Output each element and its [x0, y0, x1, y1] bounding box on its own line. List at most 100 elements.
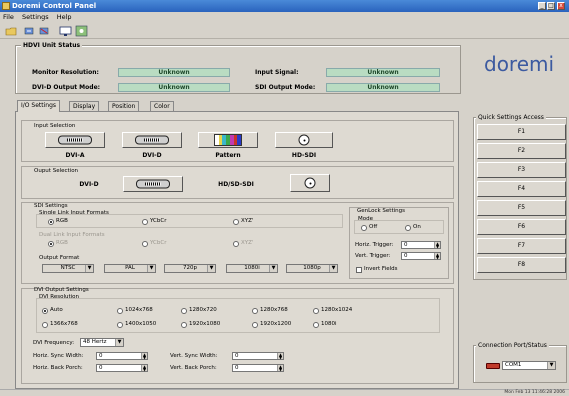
quick-f2-button[interactable]: F2 — [477, 143, 566, 159]
dvi-frequency-select[interactable]: 48 Hertz ▼ — [80, 338, 124, 347]
res-1080i-radio[interactable]: 1080i — [313, 321, 337, 328]
720p-format-select[interactable]: 720p ▼ — [164, 264, 216, 273]
tab-color[interactable]: Color — [150, 101, 174, 111]
dvid-output-mode-value: Unknown — [118, 83, 230, 92]
bnc-connector-icon — [298, 134, 310, 146]
res-1024x768-radio[interactable]: 1024x768 — [117, 307, 153, 314]
menu-help[interactable]: Help — [57, 13, 72, 21]
dvi-a-input-button[interactable] — [45, 132, 105, 148]
output-selection-title: Ouput Selection — [34, 168, 79, 174]
quick-settings-group: Quick Settings Access — [473, 114, 567, 280]
dvi-d-output-label: DVI-D — [79, 181, 99, 188]
main-window: Doremi Control Panel _ □ x File Settings… — [0, 0, 569, 396]
invert-fields-checkbox[interactable]: Invert Fields — [356, 266, 397, 273]
serial-port-icon — [486, 363, 500, 369]
single-link-ycbcr-radio[interactable]: YCbCr — [142, 218, 167, 225]
tab-display[interactable]: Display — [69, 101, 100, 111]
dvi-d-input-button[interactable] — [122, 132, 182, 148]
res-1280x720-radio[interactable]: 1280x720 — [181, 307, 217, 314]
res-1366x768-radio[interactable]: 1366x768 — [42, 321, 78, 328]
maximize-button[interactable]: □ — [547, 2, 555, 10]
horiz-sync-width-spinner[interactable]: 0 ▲ ▼ — [96, 352, 148, 360]
monitor-resolution-value: Unknown — [118, 68, 230, 77]
genlock-off-radio[interactable]: Off — [361, 224, 377, 231]
dual-link-ycbcr-radio[interactable]: YCbCr — [142, 240, 167, 247]
spinner-arrows-icon: ▲ ▼ — [277, 364, 283, 372]
dropdown-arrow-icon: ▼ — [269, 265, 277, 272]
vert-trigger-spinner[interactable]: 0 ▲ ▼ — [401, 252, 441, 260]
horiz-back-porch-label: Horiz. Back Porch: — [33, 365, 83, 371]
pal-format-select[interactable]: PAL ▼ — [104, 264, 156, 273]
dvi-d-label: DVI-D — [142, 152, 162, 159]
quick-f1-button[interactable]: F1 — [477, 124, 566, 140]
quick-f4-button[interactable]: F4 — [477, 181, 566, 197]
quick-f6-button[interactable]: F6 — [477, 219, 566, 235]
res-1280x768-radio[interactable]: 1280x768 — [252, 307, 288, 314]
res-auto-radio[interactable]: Auto — [42, 307, 63, 314]
open-folder-icon[interactable] — [4, 24, 17, 36]
app-icon — [2, 2, 10, 10]
genlock-on-radio[interactable]: On — [405, 224, 421, 231]
dropdown-arrow-icon: ▼ — [329, 265, 337, 272]
quick-f5-button[interactable]: F5 — [477, 200, 566, 216]
res-1920x1080-radio[interactable]: 1920x1080 — [181, 321, 220, 328]
settings-icon[interactable] — [74, 24, 88, 37]
connect-icon[interactable] — [22, 24, 35, 36]
horiz-trigger-spinner[interactable]: 0 ▲ ▼ — [401, 241, 441, 249]
quick-settings-title: Quick Settings Access — [476, 114, 546, 121]
dropdown-arrow-icon: ▼ — [147, 265, 155, 272]
com-port-select[interactable]: COM1 ▼ — [502, 361, 556, 370]
minimize-button[interactable]: _ — [538, 2, 546, 10]
hd-sdi-label: HD-SDI — [291, 152, 317, 159]
pattern-input-button[interactable] — [198, 132, 258, 148]
menu-file[interactable]: File — [3, 13, 14, 21]
spinner-arrows-icon: ▲ ▼ — [434, 252, 440, 260]
sdi-output-mode-label: SDI Output Mode: — [255, 84, 316, 91]
quick-f7-button[interactable]: F7 — [477, 238, 566, 254]
genlock-title: GenLock Settings — [357, 208, 405, 214]
1080i-format-select[interactable]: 1080i ▼ — [226, 264, 278, 273]
1080p-format-select[interactable]: 1080p ▼ — [286, 264, 338, 273]
horiz-back-porch-spinner[interactable]: 0 ▲ ▼ — [96, 364, 148, 372]
res-1280x1024-radio[interactable]: 1280x1024 — [313, 307, 352, 314]
horiz-trigger-label: Horiz. Trigger: — [355, 242, 394, 248]
menu-settings[interactable]: Settings — [22, 13, 49, 21]
quick-f3-button[interactable]: F3 — [477, 162, 566, 178]
dvi-connector-icon — [135, 135, 169, 145]
vert-sync-width-label: Vert. Sync Width: — [170, 353, 218, 359]
dvi-connector-icon — [136, 179, 170, 189]
input-selection-title: Input Selection — [34, 123, 76, 129]
tab-io-settings[interactable]: I/O Settings — [17, 100, 61, 112]
dropdown-arrow-icon: ▼ — [115, 339, 123, 346]
dvi-resolution-group — [36, 298, 440, 333]
hd-sd-sdi-output-button[interactable] — [290, 174, 330, 192]
single-link-group — [36, 214, 343, 228]
dual-link-xyz-radio[interactable]: XYZ' — [233, 240, 253, 247]
vert-sync-width-spinner[interactable]: 0 ▲ ▼ — [232, 352, 284, 360]
dvi-connector-icon — [58, 135, 92, 145]
monitor-icon[interactable] — [58, 24, 72, 36]
quick-f8-button[interactable]: F8 — [477, 257, 566, 273]
disconnect-icon[interactable] — [37, 24, 50, 36]
tab-position[interactable]: Position — [108, 101, 140, 111]
vert-back-porch-spinner[interactable]: 0 ▲ ▼ — [232, 364, 284, 372]
status-datetime: Mon Feb 13 11:46:28 2006 — [504, 390, 565, 395]
dual-link-rgb-radio[interactable]: RGB — [48, 240, 68, 247]
connection-title: Connection Port/Status — [476, 342, 549, 349]
vert-trigger-label: Vert. Trigger: — [355, 253, 391, 259]
vert-back-porch-label: Vert. Back Porch: — [170, 365, 217, 371]
hd-sdi-input-button[interactable] — [275, 132, 333, 148]
single-link-rgb-radio[interactable]: RGB — [48, 218, 68, 225]
res-1400x1050-radio[interactable]: 1400x1050 — [117, 321, 156, 328]
single-link-xyz-radio[interactable]: XYZ' — [233, 218, 253, 225]
spinner-arrows-icon: ▲ ▼ — [277, 352, 283, 360]
dropdown-arrow-icon: ▼ — [207, 265, 215, 272]
close-button[interactable]: x — [557, 2, 565, 10]
title-bar: Doremi Control Panel — [0, 0, 569, 12]
res-1920x1200-radio[interactable]: 1920x1200 — [252, 321, 291, 328]
dvi-d-output-button[interactable] — [123, 176, 183, 192]
ntsc-format-select[interactable]: NTSC ▼ — [42, 264, 94, 273]
menu-bar: File Settings Help — [0, 12, 569, 22]
dvi-output-title: DVI Output Settings — [34, 287, 89, 293]
bnc-connector-icon — [304, 177, 316, 189]
